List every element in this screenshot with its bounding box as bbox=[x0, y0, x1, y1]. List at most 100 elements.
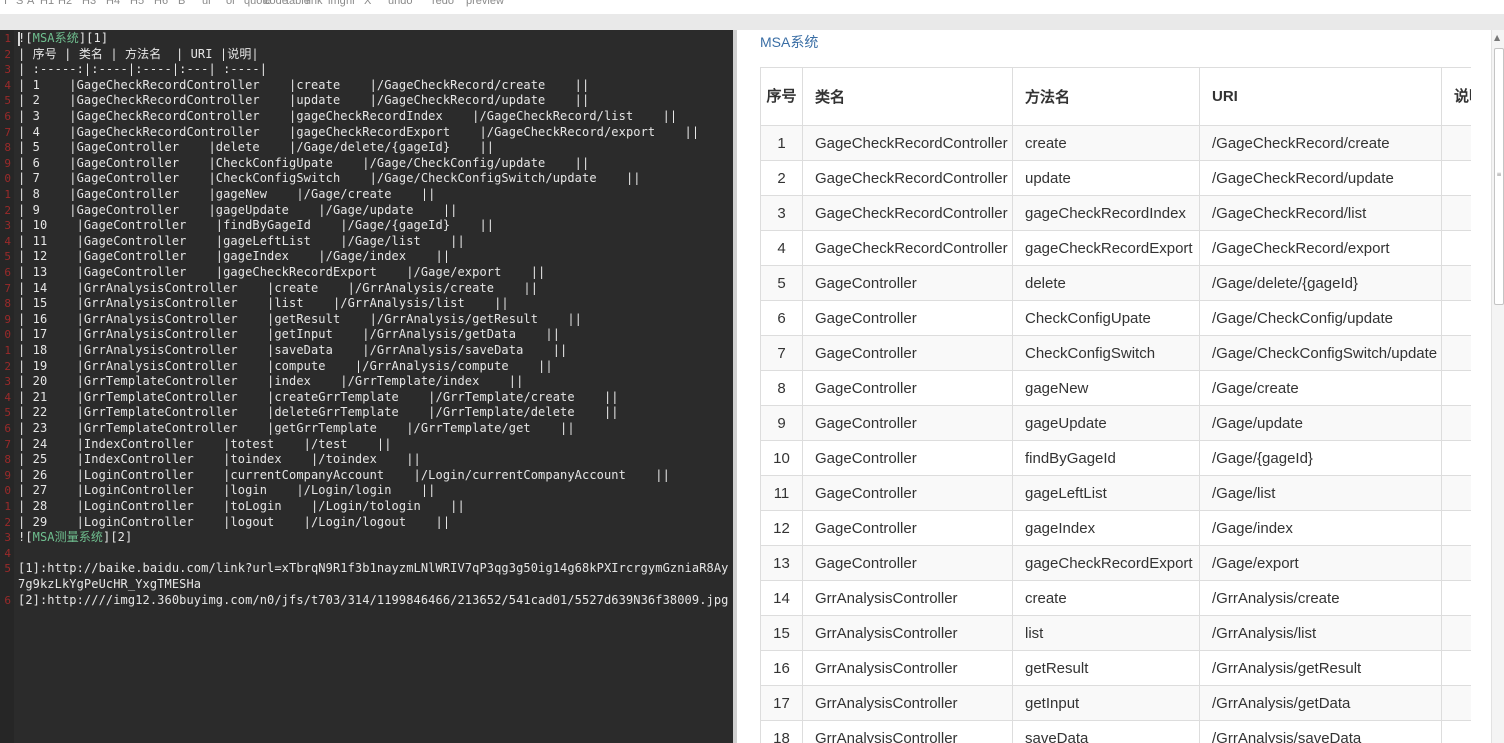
line-number: 3 bbox=[4, 63, 11, 77]
code-line[interactable]: | 20 |GrrTemplateController |index |/Grr… bbox=[18, 374, 523, 390]
code-line[interactable]: | 9 |GageController |gageUpdate |/Gage/u… bbox=[18, 203, 457, 219]
table-cell: 2 bbox=[760, 160, 803, 196]
line-number: 6 bbox=[4, 266, 11, 279]
code-line[interactable]: | 22 |GrrTemplateController |deleteGrrTe… bbox=[18, 405, 619, 421]
code-line[interactable]: ![MSA系统][1] bbox=[18, 31, 108, 47]
code-line[interactable]: | 28 |LoginController |toLogin |/Login/t… bbox=[18, 499, 465, 515]
toolbar-button-17[interactable]: hr bbox=[346, 0, 356, 8]
table-row: 11 GageController gageLeftList/Gage/list bbox=[760, 475, 1471, 511]
table-cell: 17 bbox=[760, 685, 803, 721]
toolbar-button-3[interactable]: H1 bbox=[40, 0, 54, 8]
line-number: 9 bbox=[4, 156, 11, 170]
table-cell: 16 bbox=[760, 650, 803, 686]
code-line[interactable]: | 序号 | 类名 | 方法名 | URI |说明| bbox=[18, 47, 259, 63]
toolbar-button-6[interactable]: H4 bbox=[106, 0, 120, 8]
code-line[interactable]: | 18 |GrrAnalysisController |saveData |/… bbox=[18, 343, 567, 359]
toolbar-button-9[interactable]: B bbox=[178, 0, 185, 8]
code-line[interactable]: | 6 |GageController |CheckConfigUpate |/… bbox=[18, 156, 589, 172]
preview-title-link[interactable]: MSA系统 bbox=[760, 32, 818, 52]
code-line[interactable]: | 13 |GageController |gageCheckRecordExp… bbox=[18, 265, 545, 281]
table-cell: 15 bbox=[760, 615, 803, 651]
table-header-row: 序号类名方法名URI说明 bbox=[760, 67, 1471, 126]
code-line[interactable]: [1]:http://baike.baidu.com/link?url=xTbr… bbox=[18, 561, 729, 577]
markdown-editor[interactable]: 123456789012345678901234567890123456 ![M… bbox=[0, 30, 733, 743]
code-line[interactable]: | 14 |GrrAnalysisController |create |/Gr… bbox=[18, 281, 538, 297]
code-line[interactable]: | 29 |LoginController |logout |/Login/lo… bbox=[18, 515, 450, 531]
table-cell: GageController bbox=[802, 265, 1013, 301]
table-row: 17 GrrAnalysisController getInput/GrrAnaly… bbox=[760, 685, 1471, 721]
code-line[interactable]: 7g9kzLkYgPeUcHR_YxgTMESHa bbox=[18, 577, 201, 593]
code-line[interactable]: | 23 |GrrTemplateController |getGrrTempl… bbox=[18, 421, 575, 437]
code-line[interactable]: [2]:http:////img12.360buyimg.com/n0/jfs/… bbox=[18, 593, 729, 609]
toolbar-button-16[interactable]: img bbox=[328, 0, 346, 8]
table-cell: create bbox=[1012, 580, 1200, 616]
code-line[interactable]: | 8 |GageController |gageNew |/Gage/crea… bbox=[18, 187, 436, 203]
scrollbar-thumb[interactable]: ≡ bbox=[1494, 48, 1504, 305]
table-cell: update bbox=[1012, 160, 1200, 196]
toolbar-button-20[interactable]: redo bbox=[432, 0, 454, 8]
table-body: 1 GageCheckRecordController create/GageChe… bbox=[760, 125, 1471, 743]
toolbar-button-10[interactable]: ul bbox=[202, 0, 211, 8]
table-cell bbox=[1441, 160, 1471, 196]
toolbar-button-19[interactable]: undo bbox=[388, 0, 412, 8]
code-line[interactable]: | 16 |GrrAnalysisController |getResult |… bbox=[18, 312, 582, 328]
code-line[interactable]: | 19 |GrrAnalysisController |compute |/G… bbox=[18, 359, 553, 375]
toolbar-button-0[interactable]: I bbox=[4, 0, 7, 8]
code-line[interactable]: | 7 |GageController |CheckConfigSwitch |… bbox=[18, 171, 641, 187]
table-cell bbox=[1441, 300, 1471, 336]
table-row: 12 GageController gageIndex/Gage/index bbox=[760, 510, 1471, 546]
table-cell: findByGageId bbox=[1012, 440, 1200, 476]
toolbar-button-2[interactable]: A bbox=[27, 0, 34, 8]
table-cell: gageNew bbox=[1012, 370, 1200, 406]
code-line[interactable]: | 2 |GageCheckRecordController |update |… bbox=[18, 93, 589, 109]
vertical-scrollbar[interactable]: ▲ ≡ bbox=[1491, 30, 1504, 743]
table-cell: gageUpdate bbox=[1012, 405, 1200, 441]
table-cell bbox=[1441, 195, 1471, 231]
toolbar-button-4[interactable]: H2 bbox=[58, 0, 72, 8]
table-row: 8 GageController gageNew/Gage/create bbox=[760, 370, 1471, 406]
code-line[interactable]: | 3 |GageCheckRecordController |gageChec… bbox=[18, 109, 677, 125]
table-cell: /GrrAnalysis/getResult bbox=[1199, 650, 1442, 686]
toolbar-button-1[interactable]: S bbox=[16, 0, 23, 8]
code-line[interactable]: | :-----:|:----|:----|:---| :----| bbox=[18, 62, 267, 78]
line-number: 7 bbox=[4, 125, 11, 139]
code-line[interactable]: | 12 |GageController |gageIndex |/Gage/i… bbox=[18, 249, 450, 265]
table-cell: 8 bbox=[760, 370, 803, 406]
line-number: 4 bbox=[4, 546, 11, 560]
table-row: 14 GrrAnalysisController create/GrrAnalysi… bbox=[760, 580, 1471, 616]
preview-pane: MSA系统 序号类名方法名URI说明 1GageCheckRecordContr… bbox=[737, 30, 1491, 743]
code-line[interactable]: | 26 |LoginController |currentCompanyAcc… bbox=[18, 468, 670, 484]
code-line[interactable]: | 25 |IndexController |toindex |/toindex… bbox=[18, 452, 421, 468]
code-line[interactable]: | 24 |IndexController |totest |/test || bbox=[18, 437, 392, 453]
scroll-up-arrow-icon[interactable]: ▲ bbox=[1494, 34, 1500, 42]
toolbar-button-7[interactable]: H5 bbox=[130, 0, 144, 8]
code-line[interactable]: | 21 |GrrTemplateController |createGrrTe… bbox=[18, 390, 619, 406]
table-row: 5 GageController delete/Gage/delete/{gageI… bbox=[760, 265, 1471, 301]
code-line[interactable]: | 27 |LoginController |login |/Login/log… bbox=[18, 483, 436, 499]
toolbar-button-18[interactable]: X bbox=[364, 0, 371, 8]
toolbar-separator-band bbox=[0, 14, 1504, 30]
code-line[interactable]: | 5 |GageController |delete |/Gage/delet… bbox=[18, 140, 494, 156]
table-cell bbox=[1441, 720, 1471, 743]
code-line[interactable]: | 17 |GrrAnalysisController |getInput |/… bbox=[18, 327, 560, 343]
toolbar-button-13[interactable]: code bbox=[264, 0, 288, 8]
toolbar-button-5[interactable]: H3 bbox=[82, 0, 96, 8]
line-number: 6 bbox=[4, 110, 11, 123]
line-number: 0 bbox=[4, 172, 11, 186]
code-line[interactable]: ![MSA测量系统][2] bbox=[18, 530, 132, 546]
line-number: 2 bbox=[4, 515, 11, 529]
table-cell: CheckConfigUpate bbox=[1012, 300, 1200, 336]
line-number: 6 bbox=[4, 593, 11, 607]
table-row: 1 GageCheckRecordController create/GageChe… bbox=[760, 125, 1471, 161]
code-line[interactable]: | 10 |GageController |findByGageId |/Gag… bbox=[18, 218, 494, 234]
toolbar-button-11[interactable]: ol bbox=[226, 0, 235, 8]
toolbar-button-8[interactable]: H6 bbox=[154, 0, 168, 8]
code-line[interactable]: | 1 |GageCheckRecordController |create |… bbox=[18, 78, 589, 94]
toolbar-button-15[interactable]: link bbox=[306, 0, 323, 8]
code-line[interactable]: | 15 |GrrAnalysisController |list |/GrrA… bbox=[18, 296, 509, 312]
code-line[interactable]: | 11 |GageController |gageLeftList |/Gag… bbox=[18, 234, 465, 250]
table-cell: /Gage/index bbox=[1199, 510, 1442, 546]
toolbar-button-21[interactable]: preview bbox=[466, 0, 504, 8]
table-cell: /Gage/delete/{gageId} bbox=[1199, 265, 1442, 301]
code-line[interactable]: | 4 |GageCheckRecordController |gageChec… bbox=[18, 125, 699, 141]
